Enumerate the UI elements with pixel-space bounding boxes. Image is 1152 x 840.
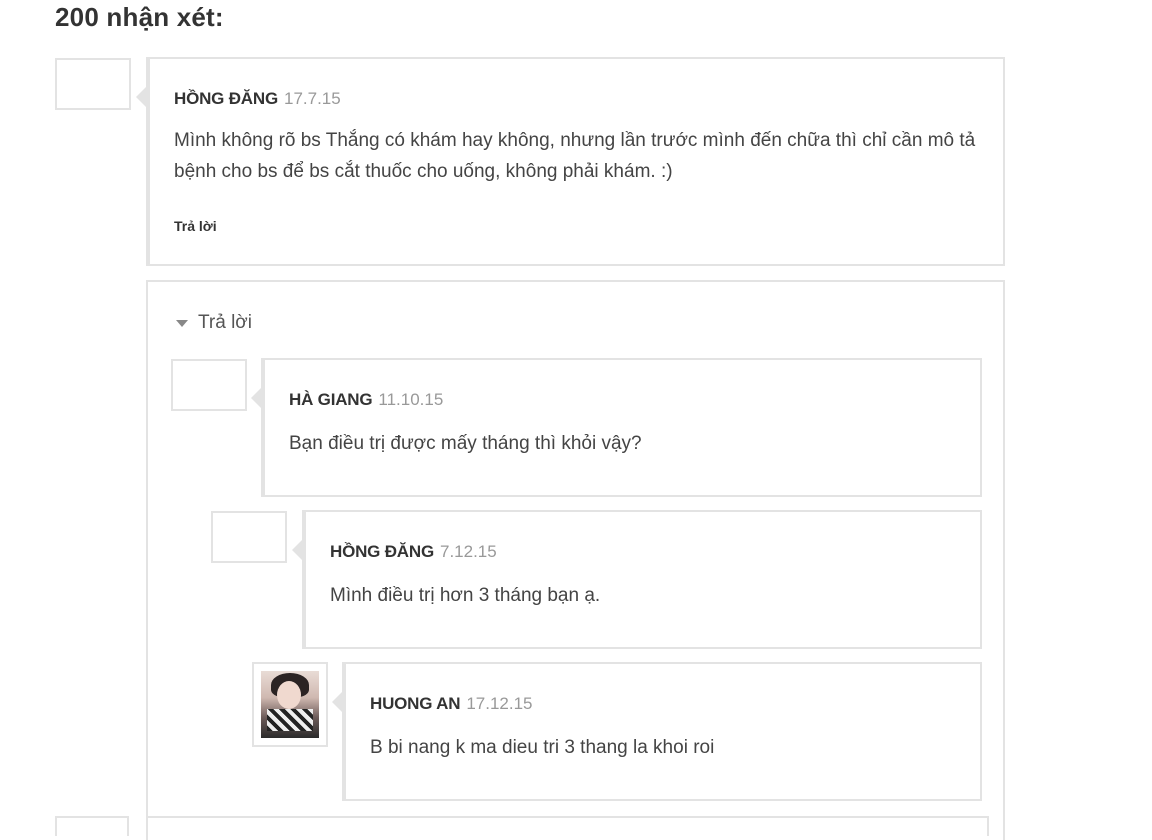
avatar[interactable] [55, 816, 129, 836]
comments-count-heading: 200 nhận xét: [55, 2, 224, 32]
comment-date[interactable]: 7.12.15 [440, 542, 497, 561]
thread-toggle-label: Trả lời [198, 312, 252, 333]
comment-date[interactable]: 17.7.15 [284, 89, 341, 108]
avatar-photo[interactable] [252, 662, 328, 747]
reply-card: HỒNG ĐĂNG 7.12.15 Mình điều trị hơn 3 thá… [292, 510, 982, 649]
comment-header: HÀ GIANG 11.10.15 [289, 390, 443, 410]
comment-card [146, 816, 989, 836]
comment-card: HỒNG ĐĂNG 17.7.15 Mình không rõ bs Thắng … [136, 57, 1005, 266]
comment-body: Mình điều trị hơn 3 tháng bạn ạ. [330, 585, 601, 606]
comment-date[interactable]: 17.12.15 [466, 694, 532, 713]
reply-card: HÀ GIANG 11.10.15 Bạn điều trị được mấy t… [251, 358, 982, 497]
comment-body: B bi nang k ma dieu tri 3 thang la khoi … [370, 737, 715, 758]
comment-author[interactable]: HUONG AN [370, 694, 461, 713]
collapse-triangle-icon [176, 319, 188, 327]
comment-author[interactable]: HÀ GIANG [289, 390, 373, 409]
reply-button[interactable]: Trả lời [174, 218, 217, 234]
comment-header: HỒNG ĐĂNG 17.7.15 [174, 89, 341, 109]
avatar[interactable] [171, 359, 247, 411]
avatar[interactable] [55, 58, 131, 110]
comment-date[interactable]: 11.10.15 [378, 390, 443, 409]
comment-header: HỒNG ĐĂNG 7.12.15 [330, 542, 497, 562]
reply-card: HUONG AN 17.12.15 B bi nang k ma dieu tri… [332, 662, 982, 801]
comment-body: Bạn điều trị được mấy tháng thì khỏi vậy… [289, 433, 642, 454]
avatar[interactable] [211, 511, 287, 563]
comment-body: Mình không rõ bs Thắng có khám hay không… [174, 130, 976, 182]
comment-author[interactable]: HỒNG ĐĂNG [330, 542, 434, 561]
profile-photo [261, 671, 319, 738]
comment-header: HUONG AN 17.12.15 [370, 694, 533, 714]
thread-toggle[interactable]: Trả lời [176, 312, 252, 334]
comment-author[interactable]: HỒNG ĐĂNG [174, 89, 278, 108]
